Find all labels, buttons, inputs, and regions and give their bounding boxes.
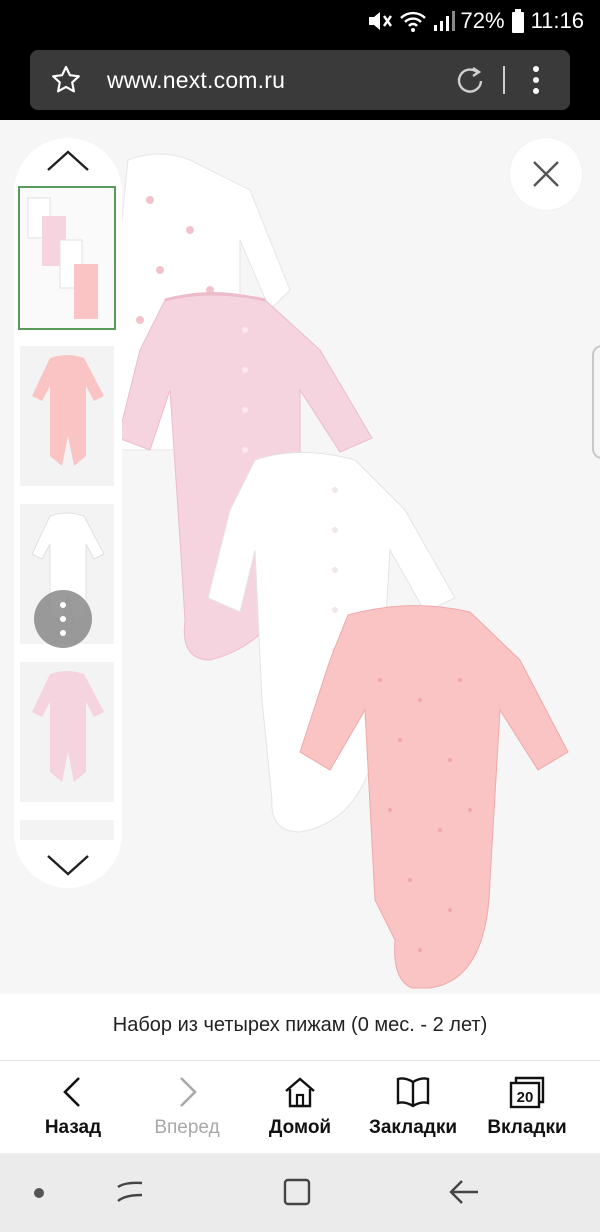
forward-icon	[180, 1077, 197, 1107]
thumbnail-image	[27, 197, 98, 319]
thumbnail-1[interactable]	[18, 186, 116, 330]
dot	[60, 602, 66, 608]
home-square-icon[interactable]	[282, 1177, 312, 1207]
battery-icon	[511, 9, 524, 33]
floating-more-button[interactable]	[34, 590, 92, 648]
url-bar[interactable]: www.next.com.ru	[30, 50, 570, 110]
nav-dot	[34, 1188, 44, 1198]
nav-tabs-label: Вкладки	[487, 1117, 567, 1138]
thumbnail-2[interactable]	[20, 346, 114, 486]
thumbnail-4[interactable]	[20, 662, 114, 802]
nav-back-label: Назад	[44, 1117, 102, 1138]
caption-bar: Набор из четырех пижам (0 мес. - 2 лет)	[0, 994, 600, 1061]
star-icon[interactable]	[50, 64, 82, 96]
url-text[interactable]: www.next.com.ru	[107, 67, 285, 94]
battery-percent: 72%	[460, 8, 505, 33]
nav-forward[interactable]: Вперед	[127, 1061, 247, 1153]
bookmarks-icon	[396, 1077, 430, 1108]
wifi-icon	[399, 11, 426, 32]
more-icon[interactable]	[526, 64, 546, 96]
nav-home[interactable]: Домой	[240, 1061, 360, 1153]
side-panel-handle[interactable]	[592, 345, 600, 459]
product-image-viewer[interactable]	[0, 120, 600, 994]
nav-tabs[interactable]: 20 Вкладки	[467, 1061, 587, 1153]
home-icon	[285, 1077, 315, 1108]
tabs-icon: 20	[509, 1076, 545, 1109]
dot	[60, 616, 66, 622]
chevron-up-icon[interactable]	[44, 146, 92, 176]
system-navigation-bar	[0, 1153, 600, 1232]
back-arrow-icon[interactable]	[448, 1177, 480, 1207]
tabs-count: 20	[517, 1089, 534, 1106]
recent-apps-icon[interactable]	[115, 1177, 145, 1207]
close-button[interactable]	[510, 138, 582, 210]
nav-home-label: Домой	[268, 1117, 332, 1138]
thumbnail-image	[32, 355, 104, 466]
clock: 11:16	[530, 8, 584, 33]
thumbnail-strip	[14, 138, 122, 888]
reload-icon[interactable]	[454, 64, 486, 96]
thumbnail-5[interactable]	[20, 820, 114, 840]
chevron-down-icon[interactable]	[44, 850, 92, 880]
dot	[60, 630, 66, 636]
browser-toolbar: www.next.com.ru	[0, 42, 600, 120]
close-icon	[533, 161, 559, 187]
signal-icon	[433, 11, 455, 31]
status-bar: 72% 11:16	[0, 0, 600, 42]
nav-forward-label: Вперед	[154, 1117, 220, 1138]
product-caption: Набор из четырех пижам (0 мес. - 2 лет)	[112, 1014, 488, 1036]
back-icon	[63, 1077, 80, 1107]
mute-icon	[368, 12, 392, 30]
nav-bookmarks[interactable]: Закладки	[353, 1061, 473, 1153]
nav-back[interactable]: Назад	[13, 1061, 133, 1153]
url-divider	[503, 66, 505, 94]
nav-bookmarks-label: Закладки	[368, 1117, 458, 1138]
status-icons: 72% 11:16	[367, 7, 584, 35]
browser-bottom-nav: Назад Вперед Домой Закладки 20 Вкладки	[0, 1061, 600, 1153]
thumbnail-image	[32, 671, 104, 782]
